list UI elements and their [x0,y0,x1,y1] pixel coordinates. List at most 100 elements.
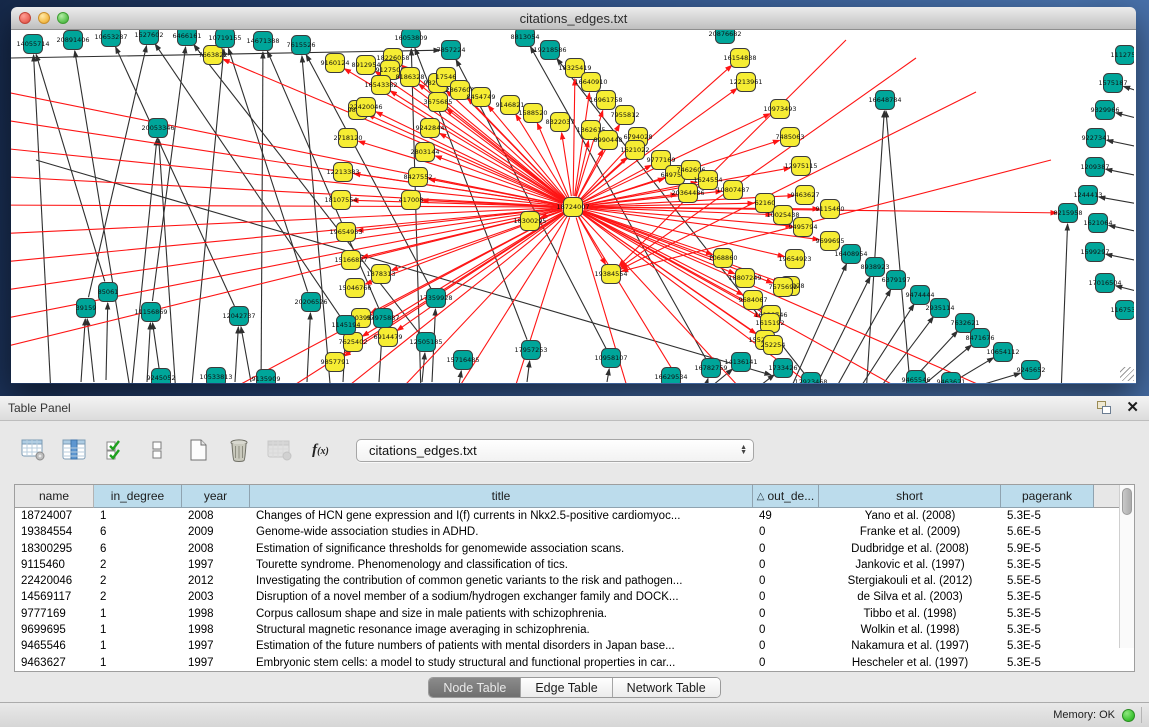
graph-node[interactable]: 3675685 [424,93,453,112]
graph-node[interactable]: 2718120 [334,129,363,148]
graph-node[interactable]: 12923468 [794,373,827,384]
graph-node[interactable]: 18807249 [728,269,761,288]
network-canvas[interactable]: 1872400718300295193845541832541916640910… [11,30,1136,383]
graph-node[interactable]: 9474444 [906,286,935,305]
graph-node[interactable]: 16053809 [394,30,427,48]
graph-node[interactable]: 17359928 [419,289,452,308]
table-row[interactable]: 2242004622012Investigating the contribut… [15,573,1134,589]
column-header-name[interactable]: name [15,485,94,508]
graph-node[interactable]: 16629534 [654,368,687,384]
graph-node[interactable]: 12975115 [784,157,817,176]
graph-node[interactable]: 39159 [76,299,97,318]
minimize-window-button[interactable] [38,12,50,24]
graph-node[interactable]: 14136141 [724,353,757,372]
graph-node[interactable]: 16154838 [723,49,756,68]
graph-node[interactable]: 10719155 [208,30,241,48]
table-row[interactable]: 1830029562008Estimation of significance … [15,541,1134,557]
table-row[interactable]: 946362711997Embryonic stem cells: a mode… [15,655,1134,671]
graph-node[interactable]: 1209387 [1081,158,1110,177]
graph-node[interactable]: 1527602 [135,30,164,45]
graph-node[interactable]: 10653287 [94,30,127,47]
column-selection-mode-icon[interactable] [102,438,129,462]
graph-node[interactable]: 9115460 [816,200,845,219]
column-header-pagerank[interactable]: pagerank [1001,485,1094,508]
row-height-icon[interactable] [143,438,170,462]
float-panel-icon[interactable] [1097,401,1112,415]
graph-node[interactable]: 15166827 [334,251,367,270]
graph-node[interactable]: 7615526 [287,36,316,55]
graph-node[interactable]: 11156869 [134,303,167,322]
graph-node[interactable]: 9245052 [147,369,176,384]
delete-columns-icon[interactable] [225,438,252,462]
graph-node[interactable]: 17957253 [514,341,547,360]
column-header-in_degree[interactable]: in_degree [94,485,182,508]
graph-node[interactable]: 62160 [755,194,776,213]
graph-node[interactable]: 1575187 [1099,74,1128,93]
graph-node[interactable]: 9227341 [1082,129,1111,148]
graph-node[interactable]: 252254 [761,336,786,355]
table-scrollbar-thumb[interactable] [1122,488,1132,515]
graph-node[interactable]: 1733426 [769,359,798,378]
graph-node[interactable]: 8427552 [404,168,433,187]
graph-node[interactable]: 20053346 [141,119,174,138]
new-column-icon[interactable] [184,438,211,462]
table-row[interactable]: 1456911722003Disruption of a novel membe… [15,589,1134,605]
table-row[interactable]: 946554611997Estimation of the future num… [15,638,1134,654]
graph-node[interactable]: 17016504 [1088,274,1121,293]
table-row[interactable]: 977716911998Corpus callosum shape and si… [15,606,1134,622]
graph-node[interactable]: 8938923 [861,258,890,277]
graph-node[interactable]: 12213383 [326,163,359,182]
function-builder-icon[interactable]: f(x) [307,438,334,462]
graph-node[interactable]: 19654923 [778,250,811,269]
graph-node[interactable]: 9465546 [902,371,931,384]
zoom-window-button[interactable] [57,12,69,24]
graph-node[interactable]: 19384554 [594,265,627,284]
graph-node[interactable]: 16648784 [868,91,901,110]
graph-node[interactable]: 19218586 [533,41,566,60]
graph-node[interactable]: 9329966 [1091,101,1120,120]
tab-edge-table[interactable]: Edge Table [521,678,612,697]
graph-node[interactable]: 14055714 [16,35,49,54]
graph-node[interactable]: 9242844 [416,119,445,138]
column-header-year[interactable]: year [182,485,250,508]
table-scrollbar[interactable] [1119,485,1134,648]
column-header-title[interactable]: title [250,485,753,508]
graph-node[interactable]: 1244413 [1074,186,1103,205]
close-window-button[interactable] [19,12,31,24]
table-row[interactable]: 1872400712008Changes of HCN gene express… [15,508,1134,524]
table-selector-dropdown[interactable]: citations_edges.txt ▲▼ [356,439,754,462]
table-row[interactable]: 911546021997Tourette syndrome. Phenomeno… [15,557,1134,573]
graph-node[interactable]: 6379197 [882,271,911,290]
graph-node[interactable]: 1167533 [1111,301,1134,320]
graph-node[interactable]: 7857224 [437,41,466,60]
graph-node[interactable]: 1112753 [1111,46,1134,65]
table-row[interactable]: 1938455462009Genome-wide association stu… [15,524,1134,540]
graph-node[interactable]: 12042737 [222,307,255,326]
close-panel-icon[interactable]: ✕ [1126,401,1139,415]
graph-node[interactable]: 9463621 [937,373,966,384]
table-settings-icon[interactable] [20,438,47,462]
graph-node[interactable]: 1599297 [1081,243,1110,262]
graph-node[interactable]: 85061 [98,283,119,302]
window-resize-grip[interactable] [1120,367,1134,381]
graph-node[interactable]: 10958107 [594,349,627,368]
graph-node[interactable]: 9245652 [1017,361,1046,380]
graph-node[interactable]: 9135909 [252,370,281,384]
graph-node[interactable]: 14671388 [246,32,279,51]
tab-node-table[interactable]: Node Table [429,678,521,697]
graph-node[interactable]: 7485063 [776,128,805,147]
table-row[interactable]: 969969511998Structural magnetic resonanc… [15,622,1134,638]
graph-node[interactable]: 10533813 [199,368,232,384]
graph-node[interactable]: 20876682 [708,30,741,44]
graph-node[interactable]: 1878313 [367,265,396,284]
column-header-out_de[interactable]: △out_de... [753,485,819,508]
window-titlebar[interactable]: citations_edges.txt [11,7,1136,30]
graph-node[interactable]: 20891406 [56,31,89,50]
graph-node[interactable]: 1621064 [1084,214,1113,233]
graph-node[interactable]: 9463627 [791,186,820,205]
graph-node[interactable]: 12505185 [409,333,442,352]
graph-node[interactable]: 8215958 [1054,204,1083,223]
graph-node[interactable]: 8813054 [511,30,540,47]
show-columns-icon[interactable] [61,438,88,462]
graph-node[interactable]: 2935114 [926,299,955,318]
